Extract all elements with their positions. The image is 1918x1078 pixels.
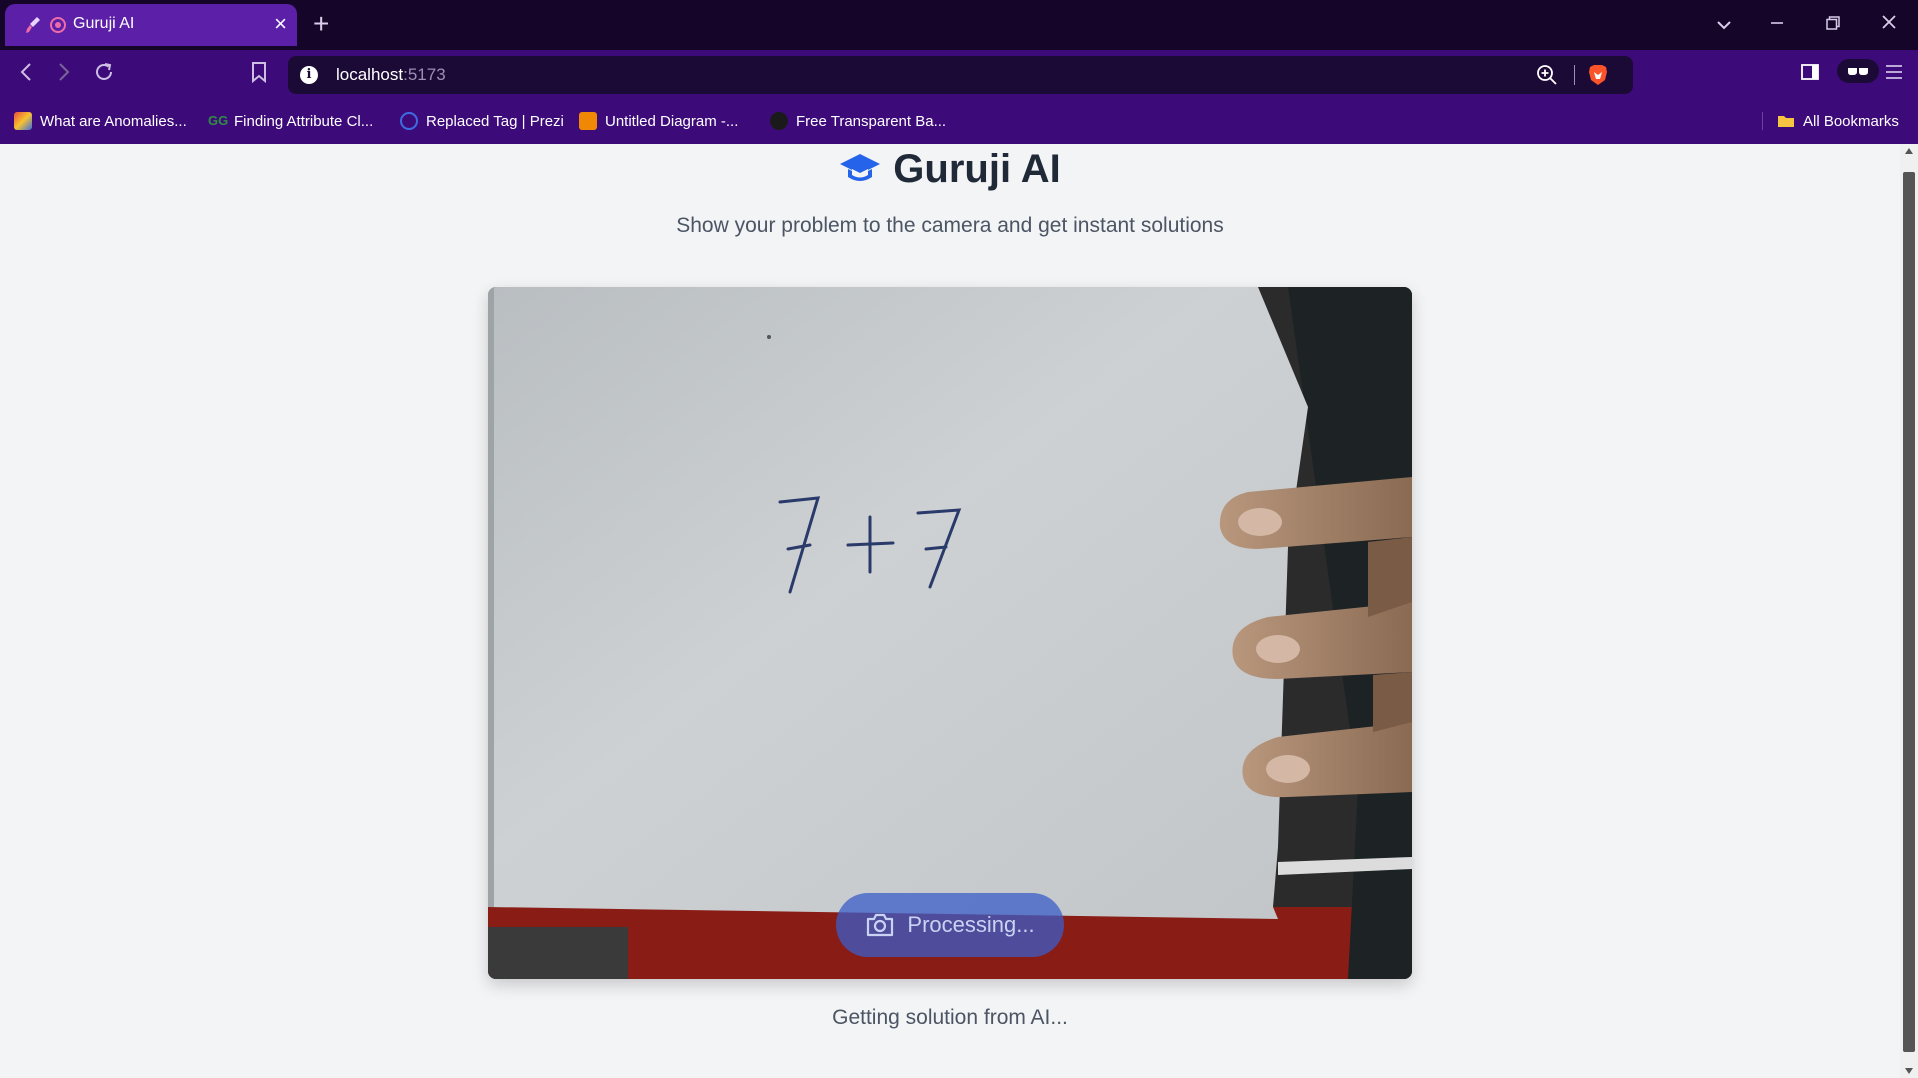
bookmark-favicon-icon (14, 112, 32, 130)
camera-feed-image (488, 287, 1412, 979)
status-message: Getting solution from AI... (832, 1006, 1068, 1029)
prezi-icon (400, 112, 418, 130)
bookmark-item[interactable]: GG Finding Attribute Cl... (208, 112, 373, 130)
graduation-cap-icon (840, 154, 881, 181)
new-tab-button[interactable]: + (313, 8, 329, 40)
browser-tab-active[interactable]: Guruji AI × (5, 4, 297, 46)
camera-icon (867, 913, 894, 937)
scroll-down-arrow-icon[interactable] (1905, 1068, 1913, 1074)
bookmark-label: Finding Attribute Cl... (234, 112, 374, 130)
reload-button[interactable] (92, 60, 116, 92)
zoom-in-icon[interactable] (1535, 63, 1559, 92)
bookmark-label: Replaced Tag | Prezi (426, 112, 564, 130)
address-bar-divider (1574, 65, 1575, 85)
restore-window-button[interactable] (1826, 10, 1840, 38)
bookmark-item[interactable]: Free Transparent Ba... (770, 112, 946, 130)
folder-icon (1778, 116, 1794, 127)
bookmark-item[interactable]: What are Anomalies... (14, 112, 187, 130)
page-title: Guruji AI (893, 146, 1061, 191)
close-window-button[interactable] (1881, 10, 1897, 38)
address-bar[interactable]: i localhost:5173 (288, 56, 1633, 94)
bookmark-page-icon[interactable] (250, 60, 268, 92)
bookmark-item[interactable]: Replaced Tag | Prezi (400, 112, 564, 130)
all-bookmarks-label: All Bookmarks (1803, 112, 1899, 130)
bookmark-label: Free Transparent Ba... (796, 112, 947, 130)
tab-title: Guruji AI (73, 15, 135, 32)
forward-button[interactable] (56, 60, 72, 92)
bookmark-item[interactable]: Untitled Diagram -... (579, 112, 738, 130)
capture-button[interactable]: Processing... (836, 893, 1064, 957)
close-tab-icon[interactable]: × (274, 12, 287, 36)
url-text: localhost:5173 (336, 65, 446, 84)
triangle-logo-icon (770, 112, 788, 130)
capture-button-label: Processing... (907, 912, 1035, 937)
leo-ai-icon[interactable] (1836, 58, 1880, 92)
minimize-window-button[interactable] (1770, 10, 1784, 38)
browser-tab-strip: Guruji AI × + (0, 0, 1918, 50)
recording-indicator-icon (50, 17, 66, 33)
sidebar-toggle-icon[interactable] (1800, 60, 1820, 90)
app-header: Guruji AI (0, 144, 1900, 194)
menu-icon[interactable] (1884, 60, 1904, 90)
bookmarks-bar: What are Anomalies... GG Finding Attribu… (0, 100, 1918, 144)
camera-feed: Processing... (488, 287, 1412, 979)
drawio-icon (579, 112, 597, 130)
bookmark-label: Untitled Diagram -... (605, 112, 739, 130)
all-bookmarks-button[interactable]: All Bookmarks (1762, 112, 1899, 130)
page-scrollbar[interactable] (1900, 144, 1918, 1078)
page-subtitle: Show your problem to the camera and get … (676, 214, 1224, 237)
site-info-icon[interactable]: i (300, 66, 318, 84)
tab-search-chevron-icon[interactable] (1716, 10, 1732, 38)
browser-toolbar: i localhost:5173 (0, 50, 1918, 100)
paintbrush-icon (26, 17, 40, 33)
geeksforgeeks-icon: GG (208, 113, 229, 128)
scrollbar-thumb[interactable] (1903, 172, 1915, 1052)
page-viewport: Guruji AI Show your problem to the camer… (0, 144, 1900, 1078)
back-button[interactable] (18, 60, 34, 92)
bookmark-label: What are Anomalies... (40, 112, 187, 130)
brave-shields-icon[interactable] (1587, 63, 1609, 92)
scroll-up-arrow-icon[interactable] (1905, 148, 1913, 154)
